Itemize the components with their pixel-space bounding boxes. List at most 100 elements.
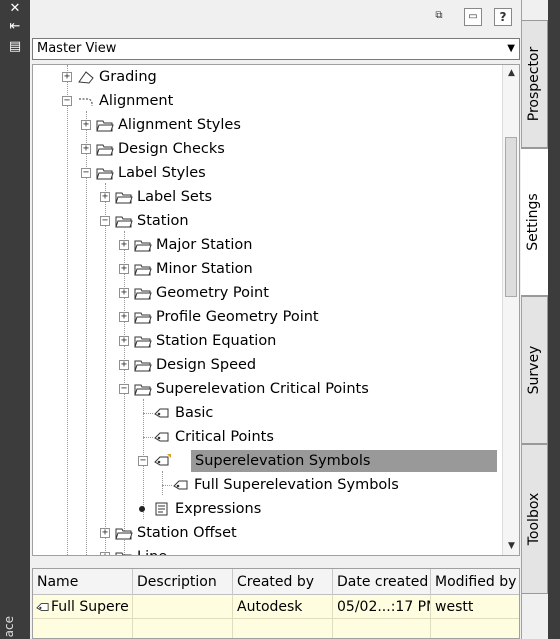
folder-open-icon [115,216,133,228]
tree-item-major-station[interactable]: + Major Station [33,234,503,256]
expand-icon[interactable]: + [100,528,110,538]
cell-created-by: Autodesk [233,595,333,619]
tree-item-superelevation-symbols[interactable]: − Superelevation Symbols [33,450,503,472]
folder-icon [134,264,152,276]
tab-settings[interactable]: Settings [521,148,549,296]
tree-scrollbar[interactable]: ▲ ▼ [502,65,519,555]
auto-hide-icon[interactable]: ⇤ [6,18,24,36]
toolspace-toolbar: ⧉ ▭ ? [30,0,522,34]
left-dock-strip: ✕ ⇤ ▤ ace [0,0,30,639]
folder-icon [96,144,114,156]
tree-item-superelevation-critical-points[interactable]: − Superelevation Critical Points [33,378,503,400]
tab-prospector[interactable]: Prospector [522,20,548,148]
tree-item-alignment[interactable]: − Alignment [33,90,503,112]
folder-icon [134,336,152,348]
collapse-icon[interactable]: − [119,384,129,394]
cell-date-created: 05/02...:17 PM [333,595,431,619]
scroll-thumb[interactable] [505,137,517,297]
tree-item-line[interactable]: + Line [33,546,503,555]
label-style-icon [36,603,49,611]
grading-icon [78,71,94,84]
folder-open-icon [96,168,114,180]
tree-item-station-offset[interactable]: + Station Offset [33,522,503,544]
tree-toggle-icon[interactable]: ⧉ [430,8,448,26]
expand-icon[interactable]: + [81,120,91,130]
expand-icon[interactable]: + [100,552,110,555]
expand-icon[interactable]: + [100,192,110,202]
folder-icon [134,240,152,252]
expressions-icon [155,502,168,516]
label-style-icon [173,480,188,490]
label-style-icon [154,454,171,466]
tree-item-minor-station[interactable]: + Minor Station [33,258,503,280]
expand-icon[interactable]: + [119,360,129,370]
tree-item-expressions[interactable]: Expressions [33,498,503,520]
tree-item-label-sets[interactable]: + Label Sets [33,186,503,208]
toolspace-tabs: Prospector Settings Survey Toolbox [521,0,560,639]
column-header-modified-by[interactable]: Modified by [431,569,519,595]
panel-icon[interactable]: ▭ [464,8,482,26]
table-row-empty [33,619,519,638]
tree-item-label-styles[interactable]: − Label Styles [33,162,503,184]
help-icon[interactable]: ? [494,8,512,26]
tab-survey[interactable]: Survey [522,296,548,444]
tree-item-critical-points[interactable]: Critical Points [33,426,503,448]
expand-icon[interactable]: + [119,312,129,322]
collapse-icon[interactable]: − [81,168,91,178]
label-style-icon [154,432,169,442]
tree-item-station-equation[interactable]: + Station Equation [33,330,503,352]
expand-icon[interactable]: + [119,264,129,274]
toolspace-panel: ⧉ ▭ ? Master View ▼ + Grading − Alignmen… [30,0,522,639]
cell-description [133,595,233,619]
bullet-icon [139,506,145,512]
folder-icon [134,360,152,372]
expand-icon[interactable]: + [119,336,129,346]
tree-item-geometry-point[interactable]: + Geometry Point [33,282,503,304]
column-header-date-created[interactable]: Date created [333,569,431,595]
tree-item-station[interactable]: − Station [33,210,503,232]
collapse-icon[interactable]: − [138,456,148,466]
tree-item-full-superelevation-symbols[interactable]: Full Superelevation Symbols [33,474,503,496]
alignment-icon [79,98,93,106]
close-icon[interactable]: ✕ [6,0,24,18]
column-header-created-by[interactable]: Created by [233,569,333,595]
tree-item-alignment-styles[interactable]: + Alignment Styles [33,114,503,136]
right-dock-strip [548,0,560,639]
chevron-down-icon[interactable]: ▼ [507,39,515,59]
folder-open-icon [134,384,152,396]
expand-icon[interactable]: + [81,144,91,154]
tree-item-design-speed[interactable]: + Design Speed [33,354,503,376]
cell-name: Full Supere [33,595,133,619]
scroll-down-icon[interactable]: ▼ [503,538,519,555]
folder-icon [115,192,133,204]
tree-item-grading[interactable]: + Grading [33,66,503,88]
settings-tree[interactable]: + Grading − Alignment + Alignment Styles… [32,64,520,556]
folder-icon [96,120,114,132]
view-select-value: Master View [37,41,117,56]
table-row[interactable]: Full Supere Autodesk 05/02...:17 PM west… [33,595,519,619]
tab-toolbox[interactable]: Toolbox [522,444,548,594]
expand-icon[interactable]: + [119,288,129,298]
selected-item-label: Superelevation Symbols [191,450,497,472]
cell-modified-by: westt [435,599,474,615]
folder-icon [115,528,133,540]
tree-item-basic[interactable]: Basic [33,402,503,424]
tree-item-profile-geometry-point[interactable]: + Profile Geometry Point [33,306,503,328]
grid-header: Name Description Created by Date created… [33,569,519,595]
column-header-name[interactable]: Name [33,569,133,595]
collapse-icon[interactable]: − [100,216,110,226]
label-style-icon [154,408,169,418]
folder-icon [115,552,132,555]
style-list-grid[interactable]: Name Description Created by Date created… [32,568,520,639]
palette-title-fragment: ace [2,615,16,637]
view-select[interactable]: Master View ▼ [32,38,520,60]
collapse-icon[interactable]: − [62,96,72,106]
expand-icon[interactable]: + [119,240,129,250]
scroll-up-icon[interactable]: ▲ [503,65,519,82]
folder-icon [134,288,152,300]
properties-icon[interactable]: ▤ [6,38,24,56]
column-header-description[interactable]: Description [133,569,233,595]
expand-icon[interactable]: + [62,72,72,82]
folder-icon [134,312,152,324]
tree-item-design-checks[interactable]: + Design Checks [33,138,503,160]
